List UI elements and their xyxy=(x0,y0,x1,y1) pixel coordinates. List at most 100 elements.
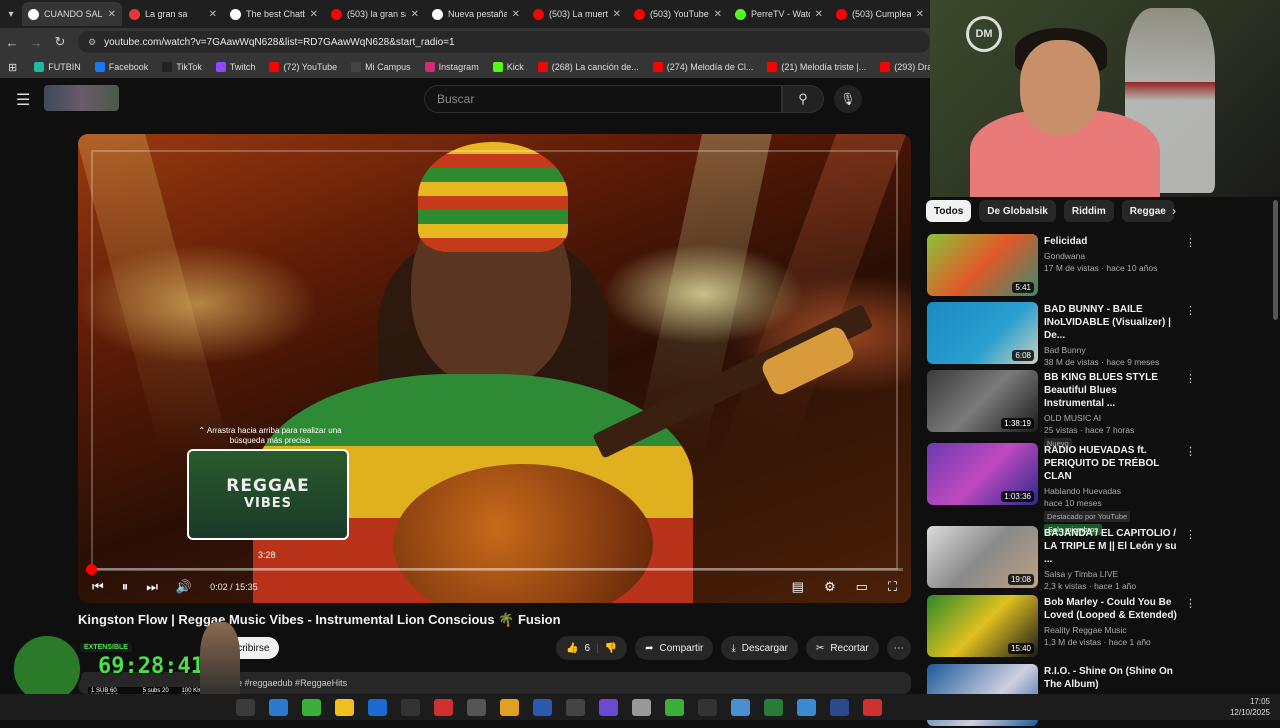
recommendation-title[interactable]: RADIO HUEVADAS ft. PERIQUITO DE TRÉBOL C… xyxy=(1044,444,1179,483)
browser-tab[interactable]: (503) la gran sa ✕ xyxy=(325,2,425,26)
recommendation-thumbnail[interactable]: 5:41 xyxy=(927,234,1038,296)
taskbar-app-icon[interactable] xyxy=(632,698,651,716)
browser-tab[interactable]: (503) La muert ✕ xyxy=(527,2,627,26)
fullscreen-icon[interactable]: ⛶ xyxy=(888,579,897,595)
bookmark-item[interactable]: (274) Melodía de Cl... xyxy=(648,62,759,72)
url-field[interactable]: ⚙ youtube.com/watch?v=7GAawWqN628&list=R… xyxy=(78,31,930,53)
close-icon[interactable]: ✕ xyxy=(108,9,116,20)
close-icon[interactable]: ✕ xyxy=(209,9,217,20)
recommendation-title[interactable]: BAJANDA / EL CAPITOLIO / LA TRIPLE M || … xyxy=(1044,527,1179,566)
recommendation-item[interactable]: 5:41 Felicidad Gondwana 17 M de vistas · h… xyxy=(927,234,1272,298)
more-actions-button[interactable]: ⋯ xyxy=(886,636,911,660)
taskbar-app-icon[interactable] xyxy=(368,698,387,716)
forward-arrow-icon[interactable]: → xyxy=(24,35,48,50)
progress-bar[interactable] xyxy=(86,564,903,575)
recommendation-title[interactable]: Felicidad xyxy=(1044,235,1179,248)
system-clock[interactable]: 17:05 12/10/2025 xyxy=(1230,696,1270,718)
recommendation-thumbnail[interactable]: 15:40 xyxy=(927,595,1038,657)
bookmark-item[interactable]: Kick xyxy=(488,62,529,72)
browser-tab[interactable]: (503) Cumplea ✕ xyxy=(830,2,930,26)
video-player[interactable]: ⌃ Arrastra hacia arriba para realizar un… xyxy=(78,134,911,603)
channel-logo[interactable] xyxy=(44,85,119,111)
bookmark-item[interactable]: (21) Melodía triste |... xyxy=(762,62,871,72)
more-vert-icon[interactable]: ⋮ xyxy=(1185,445,1196,458)
recommendation-item[interactable]: 19:08 BAJANDA / EL CAPITOLIO / LA TRIPLE… xyxy=(927,526,1272,591)
taskbar-app-icon[interactable] xyxy=(797,698,816,716)
taskbar-app-icon[interactable] xyxy=(269,698,288,716)
tab-search-button[interactable]: ▾ xyxy=(0,0,22,28)
subtitles-icon[interactable]: ▤ xyxy=(792,579,804,595)
taskbar-app-icon[interactable] xyxy=(863,698,882,716)
bookmark-item[interactable]: Instagram xyxy=(420,62,484,72)
apps-grid-icon[interactable]: ⊞ xyxy=(8,61,17,74)
taskbar-app-icon[interactable] xyxy=(566,698,585,716)
filter-chip[interactable]: De Globalsik xyxy=(979,200,1056,222)
recommendation-channel[interactable]: Reality Reggae Music xyxy=(1044,625,1272,635)
close-icon[interactable]: ✕ xyxy=(815,9,823,20)
back-arrow-icon[interactable]: ← xyxy=(0,35,24,50)
recommendation-channel[interactable]: Salsa y Timba LIVE xyxy=(1044,569,1272,579)
bookmark-item[interactable]: (268) La canción de... xyxy=(533,62,644,72)
voice-search-button[interactable]: 🎙 xyxy=(834,85,862,113)
taskbar-app-icon[interactable] xyxy=(302,698,321,716)
browser-tab[interactable]: (503) YouTube ✕ xyxy=(628,2,728,26)
filter-chip[interactable]: Riddim xyxy=(1063,200,1114,222)
taskbar-app-icon[interactable] xyxy=(764,698,783,716)
more-vert-icon[interactable]: ⋮ xyxy=(1185,236,1196,249)
previous-icon[interactable]: ⏮ xyxy=(92,579,104,595)
browser-tab[interactable]: The best Chatb ✕ xyxy=(224,2,324,26)
bookmark-item[interactable]: Twitch xyxy=(211,62,261,72)
recommendation-item[interactable]: 15:40 Bob Marley - Could You Be Loved (L… xyxy=(927,595,1272,659)
share-button[interactable]: ➦ Compartir xyxy=(635,636,714,660)
bookmark-item[interactable]: Mi Campus xyxy=(346,62,416,72)
like-count[interactable]: 6 xyxy=(584,643,590,654)
volume-icon[interactable]: 🔊 xyxy=(176,579,192,595)
bookmark-item[interactable]: Facebook xyxy=(90,62,154,72)
taskbar-app-icon[interactable] xyxy=(698,698,717,716)
recommendation-item[interactable]: 6:08 BAD BUNNY - BAILE INoLVIDABLE (Visu… xyxy=(927,302,1272,367)
theater-mode-icon[interactable]: ▭ xyxy=(856,579,868,595)
search-button[interactable]: ⚲ xyxy=(782,85,824,113)
more-vert-icon[interactable]: ⋮ xyxy=(1185,372,1196,385)
menu-icon[interactable]: ☰ xyxy=(16,90,30,110)
recommendation-thumbnail[interactable]: 19:08 xyxy=(927,526,1038,588)
sidebar-scrollbar[interactable] xyxy=(1273,200,1278,320)
bookmark-item[interactable]: (72) YouTube xyxy=(264,62,342,72)
like-icon[interactable]: 👍 xyxy=(566,643,578,654)
recommendation-channel[interactable]: Hablando Huevadas xyxy=(1044,486,1272,496)
clip-button[interactable]: ✂ Recortar xyxy=(805,636,879,660)
dislike-icon[interactable]: 👎 xyxy=(605,643,617,654)
recommendation-title[interactable]: Bob Marley - Could You Be Loved (Looped … xyxy=(1044,596,1179,622)
taskbar-app-icon[interactable] xyxy=(599,698,618,716)
taskbar-app-icon[interactable] xyxy=(533,698,552,716)
close-icon[interactable]: ✕ xyxy=(310,9,318,20)
taskbar-app-icon[interactable] xyxy=(335,698,354,716)
recommendation-title[interactable]: BB KING BLUES STYLE Beautiful Blues Inst… xyxy=(1044,371,1179,410)
recommendation-channel[interactable]: Gondwana xyxy=(1044,251,1272,261)
settings-gear-icon[interactable]: ⚙ xyxy=(824,579,836,595)
recommendation-item[interactable]: 1:03:36 RADIO HUEVADAS ft. PERIQUITO DE … xyxy=(927,443,1272,535)
filter-chip[interactable]: Reggae xyxy=(1121,200,1174,222)
taskbar-app-icon[interactable] xyxy=(236,698,255,716)
close-icon[interactable]: ✕ xyxy=(613,9,621,20)
close-icon[interactable]: ✕ xyxy=(714,9,722,20)
recommendation-item[interactable]: 1:38:19 BB KING BLUES STYLE Beautiful Bl… xyxy=(927,370,1272,449)
more-vert-icon[interactable]: ⋮ xyxy=(1185,528,1196,541)
close-icon[interactable]: ✕ xyxy=(411,9,419,20)
browser-tab[interactable]: CUANDO SALE ✕ xyxy=(22,2,122,26)
download-button[interactable]: ⤓ Descargar xyxy=(721,636,798,660)
more-vert-icon[interactable]: ⋮ xyxy=(1185,597,1196,610)
bookmark-item[interactable]: TikTok xyxy=(157,62,207,72)
filter-chip[interactable]: Todos xyxy=(926,200,972,222)
chevron-right-icon[interactable]: › xyxy=(1172,204,1176,218)
reload-icon[interactable]: ↻ xyxy=(48,34,72,50)
site-info-icon[interactable]: ⚙ xyxy=(88,37,96,48)
browser-tab[interactable]: PerreTV - Watc ✕ xyxy=(729,2,829,26)
pause-icon[interactable]: ⏸ xyxy=(122,579,129,595)
taskbar-app-icon[interactable] xyxy=(434,698,453,716)
taskbar-app-icon[interactable] xyxy=(401,698,420,716)
close-icon[interactable]: ✕ xyxy=(916,9,924,20)
recommendation-channel[interactable]: OLD MUSIC AI xyxy=(1044,413,1272,423)
browser-tab[interactable]: La gran sa ✕ xyxy=(123,2,223,26)
recommendation-title[interactable]: BAD BUNNY - BAILE INoLVIDABLE (Visualize… xyxy=(1044,303,1179,342)
